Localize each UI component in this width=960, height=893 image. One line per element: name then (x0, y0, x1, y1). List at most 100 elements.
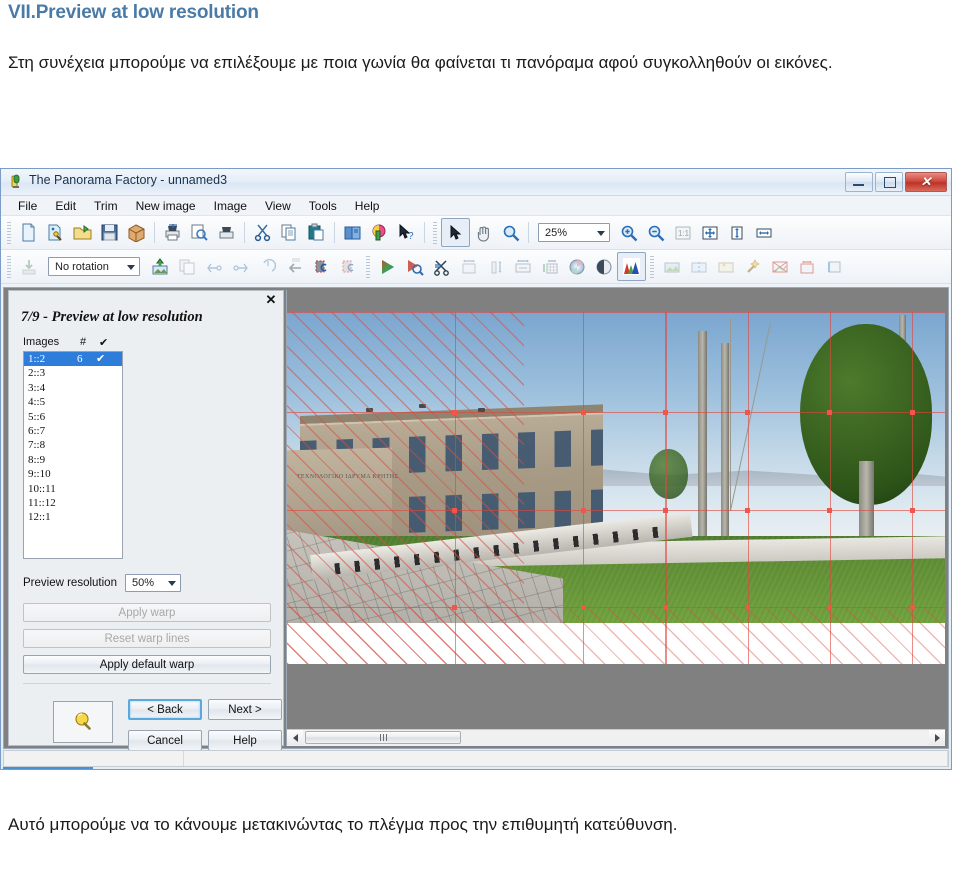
menu-item-help[interactable]: Help (346, 198, 389, 214)
apply-warp-button[interactable]: Apply warp (23, 603, 271, 622)
roof-lamp (365, 408, 373, 413)
zoom-out-icon[interactable] (642, 219, 669, 246)
new-document-icon[interactable] (15, 219, 42, 246)
menu-item-tools[interactable]: Tools (300, 198, 346, 214)
close-icon[interactable]: ✕ (264, 293, 278, 307)
shift-left-icon[interactable] (281, 253, 308, 280)
duplicate-image-icon[interactable] (173, 253, 200, 280)
paste-icon[interactable] (303, 219, 330, 246)
horizontal-scrollbar[interactable] (287, 729, 945, 746)
cut-icon[interactable] (249, 219, 276, 246)
stitch-wand-icon[interactable] (739, 253, 766, 280)
warp-width-icon[interactable] (793, 253, 820, 280)
hint-button[interactable] (53, 701, 113, 743)
stitch-magic-icon[interactable] (712, 253, 739, 280)
print-setup-icon[interactable] (213, 219, 240, 246)
image-pairs-list[interactable]: 1::2 6 ✔ 2::3 3::4 4::5 5::6 6::7 7::8 8… (23, 351, 123, 559)
align-right-icon[interactable] (227, 253, 254, 280)
next-button[interactable]: Next > (208, 699, 282, 720)
resize-grid-icon[interactable] (536, 253, 563, 280)
toolbar-grip[interactable] (7, 221, 11, 244)
list-item[interactable]: 9::10 (24, 467, 122, 481)
toolbar-grip[interactable] (650, 255, 654, 278)
scroll-left-arrow-icon[interactable] (287, 730, 303, 745)
zoom-in-icon[interactable] (615, 219, 642, 246)
save-icon[interactable] (96, 219, 123, 246)
print-preview-icon[interactable] (186, 219, 213, 246)
list-item[interactable]: 10::11 (24, 482, 122, 496)
align-left-icon[interactable] (200, 253, 227, 280)
reset-warp-lines-button[interactable]: Reset warp lines (23, 629, 271, 648)
fit-width-icon[interactable] (750, 219, 777, 246)
chevron-down-icon (597, 230, 605, 236)
chevron-down-icon (127, 264, 135, 270)
fit-height-icon[interactable] (723, 219, 750, 246)
new-wizard-icon[interactable] (42, 219, 69, 246)
list-item[interactable]: 2::3 (24, 366, 122, 380)
color-wheel-icon[interactable] (563, 253, 590, 280)
maximize-button[interactable] (875, 172, 903, 192)
menu-item-new-image[interactable]: New image (127, 198, 205, 214)
apply-default-warp-button[interactable]: Apply default warp (23, 655, 271, 674)
import-disabled-icon[interactable] (15, 253, 42, 280)
brightness-icon[interactable] (590, 253, 617, 280)
toolbar-grip[interactable] (433, 221, 437, 244)
minimize-button[interactable] (845, 172, 873, 192)
list-item[interactable]: 1::2 6 ✔ (24, 352, 122, 367)
zoom-level-combo[interactable]: 25% (538, 223, 610, 242)
stitch-blend-icon[interactable] (685, 253, 712, 280)
stitch-preview-icon[interactable] (658, 253, 685, 280)
list-item[interactable]: 12::1 (24, 510, 122, 524)
list-item[interactable]: 3::4 (24, 381, 122, 395)
toolbar-grip[interactable] (366, 255, 370, 278)
copy-icon[interactable] (276, 219, 303, 246)
zoom-actual-size-icon[interactable]: 1:1 (669, 219, 696, 246)
client-area: ✕ 7/9 - Preview at low resolution Images… (3, 287, 949, 751)
image-viewport[interactable]: ΤΕΧΝΟΛΟΓΙΚΟ ΙΔΡΥΜΑ ΚΡΗΤΗΣ (286, 290, 945, 746)
preview-resolution-combo[interactable]: 50% (124, 574, 181, 592)
color-inspect-icon[interactable] (401, 253, 428, 280)
crop-right-icon[interactable] (335, 253, 362, 280)
cancel-button[interactable]: Cancel (128, 730, 202, 751)
rotate-align-icon[interactable] (254, 253, 281, 280)
fit-window-icon[interactable] (696, 219, 723, 246)
warp-grid-icon[interactable] (766, 253, 793, 280)
list-item[interactable]: 5::6 (24, 410, 122, 424)
arrow-select-icon[interactable] (441, 218, 470, 247)
menu-item-trim[interactable]: Trim (85, 198, 127, 214)
open-folder-icon[interactable] (69, 219, 96, 246)
color-balance-icon[interactable] (374, 253, 401, 280)
load-image-icon[interactable] (146, 253, 173, 280)
list-item[interactable]: 11::12 (24, 496, 122, 510)
scroll-right-arrow-icon[interactable] (929, 730, 945, 745)
resize-canvas-icon[interactable] (455, 253, 482, 280)
list-item[interactable]: 7::8 (24, 438, 122, 452)
warp-edge-icon[interactable] (820, 253, 847, 280)
list-item[interactable]: 8::9 (24, 453, 122, 467)
menu-item-edit[interactable]: Edit (46, 198, 85, 214)
zoom-magnifier-icon[interactable] (497, 219, 524, 246)
close-button[interactable]: ✕ (905, 172, 947, 192)
crop-left-icon[interactable] (308, 253, 335, 280)
book-icon[interactable] (339, 219, 366, 246)
rotation-combo[interactable]: No rotation (48, 257, 140, 276)
crop-scissors-icon[interactable] (428, 253, 455, 280)
resize-height-icon[interactable] (482, 253, 509, 280)
pan-hand-icon[interactable] (470, 219, 497, 246)
menu-item-view[interactable]: View (256, 198, 300, 214)
context-help-icon[interactable]: ? (393, 219, 420, 246)
help-button[interactable]: Help (208, 730, 282, 751)
menu-item-file[interactable]: File (9, 198, 46, 214)
list-item[interactable]: 4::5 (24, 395, 122, 409)
package-icon[interactable] (123, 219, 150, 246)
list-item[interactable]: 6::7 (24, 424, 122, 438)
resize-frame-icon[interactable] (509, 253, 536, 280)
histogram-icon[interactable] (617, 252, 646, 281)
horizontal-scroll-thumb[interactable] (305, 731, 461, 744)
list-item-label: 8::9 (28, 453, 46, 466)
back-button[interactable]: < Back (128, 699, 202, 720)
toolbar-grip[interactable] (7, 255, 11, 278)
menu-item-image[interactable]: Image (205, 198, 256, 214)
print-icon[interactable] (159, 219, 186, 246)
help-book-icon[interactable] (366, 219, 393, 246)
